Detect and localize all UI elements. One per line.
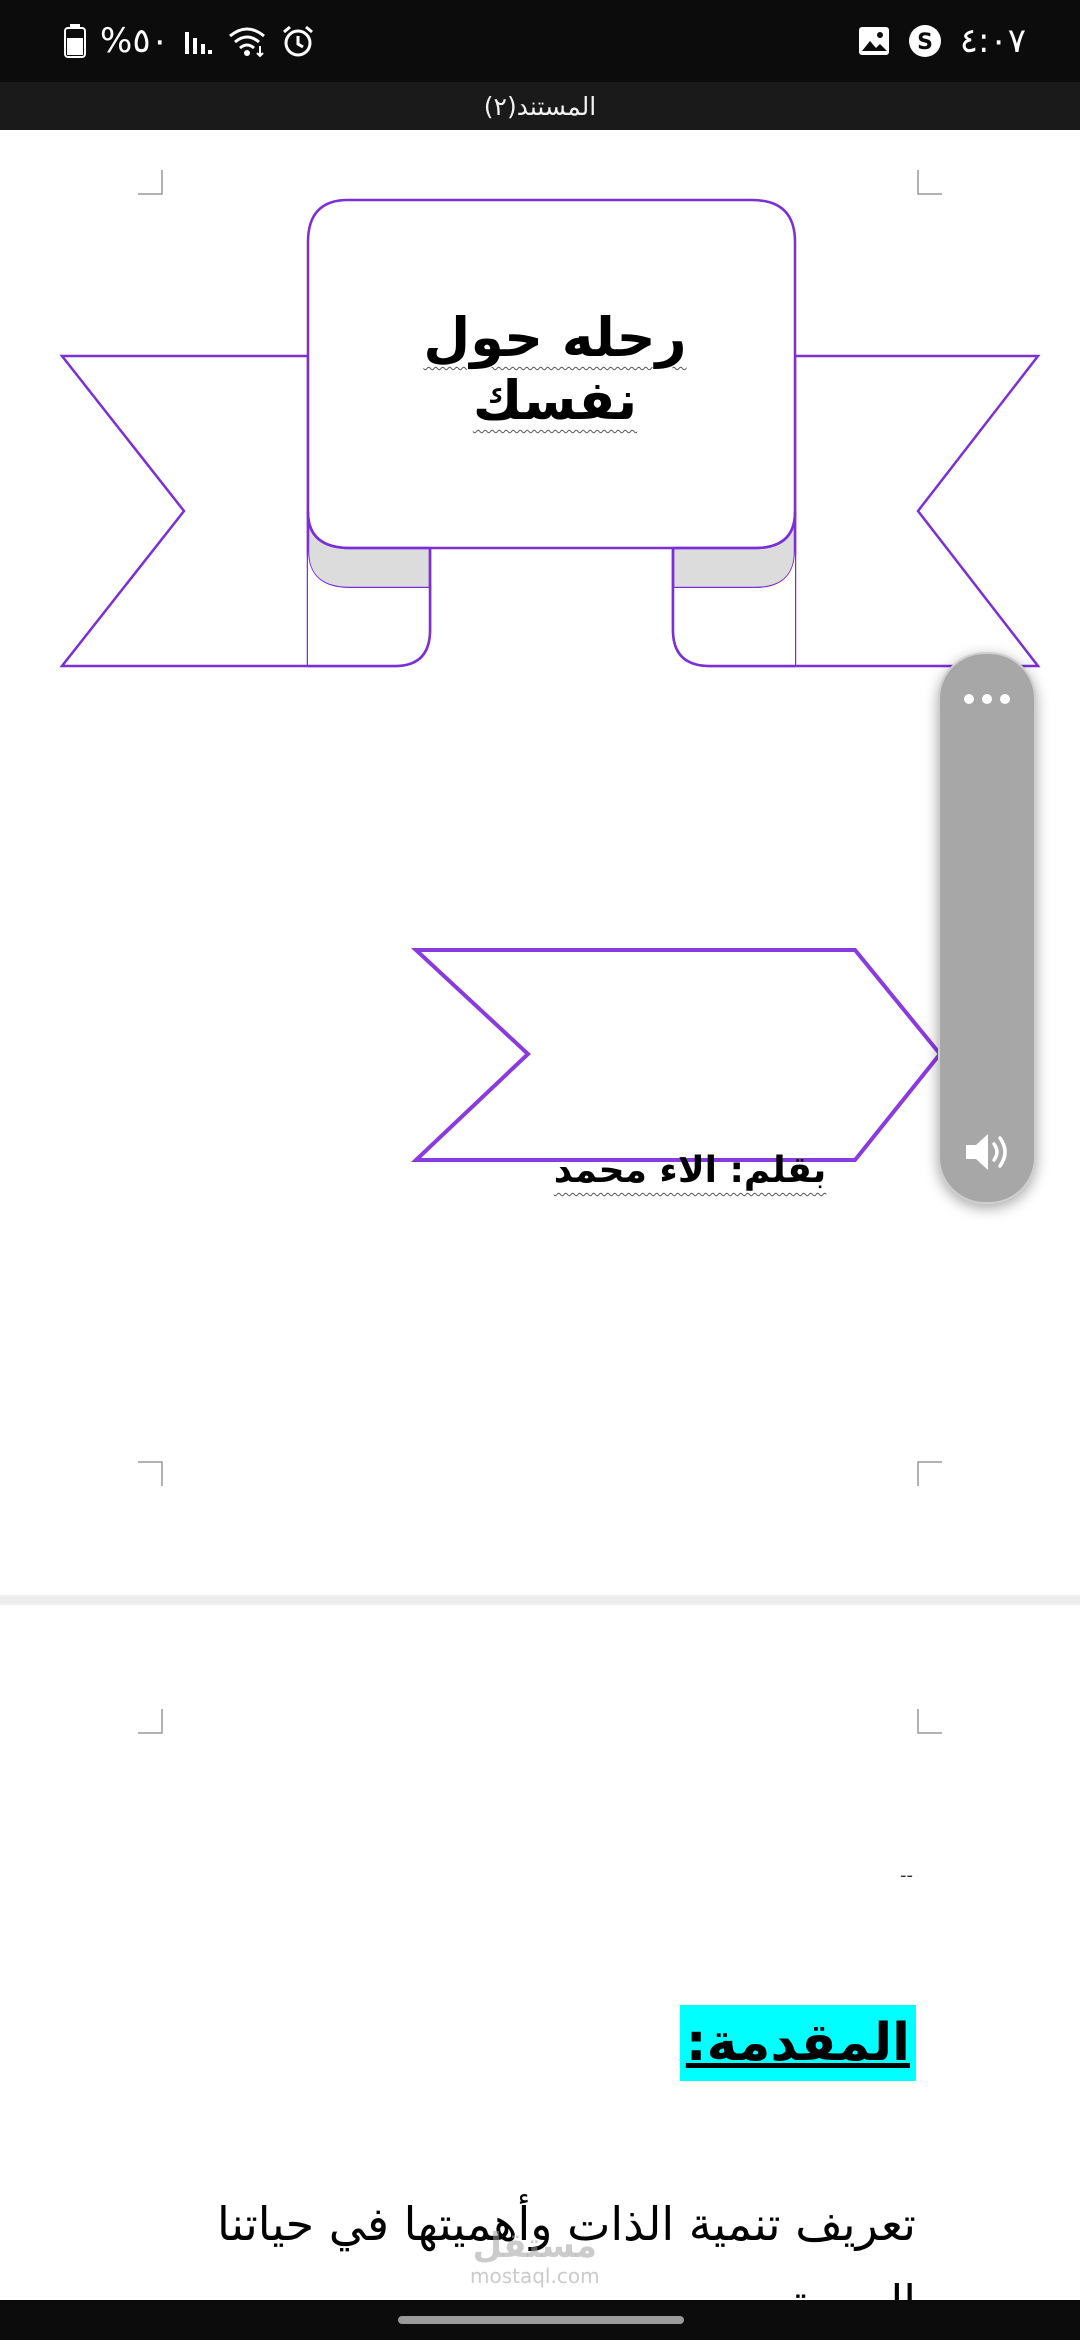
author-arrow-shape[interactable] [400, 942, 960, 1182]
dash-mark: -- [900, 1865, 913, 1886]
document-page-1[interactable]: رحله حول نفسك بقلم: الاء محمد [0, 130, 1080, 1595]
status-left-group: %٥٠ [64, 18, 315, 64]
page-separator [0, 1595, 1080, 1605]
navigation-bar [0, 2300, 1080, 2340]
margin-corner-bottom-left [138, 1461, 163, 1486]
status-bar: %٥٠ S ٤:٠٧ [0, 0, 1080, 82]
banner-title: رحله حول نفسك [423, 306, 687, 432]
margin-corner-top-right-p2 [917, 1709, 942, 1734]
more-options-icon[interactable] [964, 694, 1010, 704]
speaker-icon[interactable] [962, 1130, 1012, 1174]
battery-percent: %٥٠ [100, 21, 169, 61]
battery-icon [64, 24, 86, 58]
watermark: مستقل mostaql.com [470, 2228, 600, 2288]
clock-time: ٤:٠٧ [959, 21, 1026, 61]
alarm-icon [282, 25, 313, 57]
margin-corner-bottom-right [917, 1461, 942, 1486]
author-text-box[interactable]: بقلم: الاء محمد [540, 1150, 840, 1191]
margin-corner-top-left-p2 [138, 1709, 163, 1734]
section-heading[interactable]: المقدمة: [679, 2005, 916, 2081]
status-right-group: S ٤:٠٧ [858, 18, 1026, 64]
document-page-2[interactable]: -- المقدمة: تعريف تنمية الذات وأهميتها ف… [0, 1605, 1080, 2300]
signal-icon [184, 32, 212, 54]
document-title-bar[interactable]: المستند(٢) [0, 82, 1080, 130]
document-title: المستند(٢) [483, 91, 597, 121]
wifi-icon [228, 27, 265, 58]
s-app-icon: S [908, 25, 941, 57]
svg-text:S: S [917, 30, 933, 55]
watermark-latin: mostaql.com [470, 2264, 600, 2288]
volume-panel[interactable] [938, 652, 1036, 1204]
author-line: بقلم: الاء محمد [553, 1150, 827, 1191]
watermark-arabic: مستقل [472, 2226, 597, 2266]
banner-title-text[interactable]: رحله حول نفسك [345, 306, 765, 432]
home-gesture-handle[interactable] [398, 2316, 684, 2324]
gallery-icon [858, 27, 889, 55]
